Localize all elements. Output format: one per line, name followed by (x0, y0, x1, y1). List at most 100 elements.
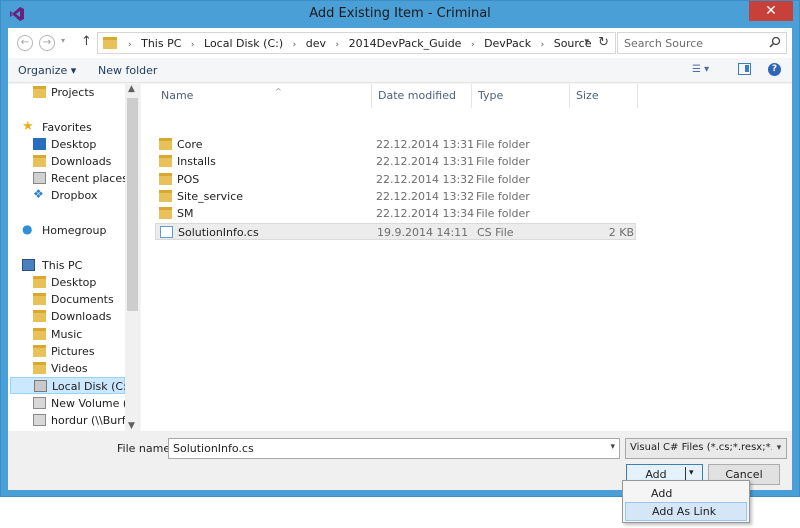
table-row[interactable]: POS 22.12.2014 13:32 File folder (155, 171, 636, 188)
nav-item-label: Desktop (51, 138, 97, 151)
back-icon[interactable]: ← (17, 35, 33, 51)
nav-item-local-disk-c[interactable]: Local Disk (C:) (10, 377, 131, 394)
nav-item-label: Local Disk (C:) (52, 380, 132, 393)
breadcrumb-item[interactable]: 2014DevPack_Guide (349, 37, 462, 50)
nav-item-desktop[interactable]: Desktop (8, 136, 125, 153)
folder-icon (159, 138, 172, 150)
desktop-icon (33, 276, 46, 288)
computer-icon (22, 259, 35, 271)
music-icon (33, 328, 46, 340)
file-type-select[interactable]: Visual C# Files (*.cs;*.resx;*.resw ▾ (625, 438, 787, 459)
file-type: File folder (476, 207, 530, 220)
nav-item-label: Desktop (51, 276, 97, 289)
nav-item-this-pc[interactable]: This PC (8, 257, 125, 274)
nav-item-videos[interactable]: Videos (8, 360, 125, 377)
scroll-up-icon[interactable]: ▲ (128, 84, 135, 94)
chevron-down-icon[interactable]: ▾ (610, 442, 615, 452)
recent-places-icon (33, 172, 46, 184)
search-icon[interactable] (769, 36, 781, 48)
table-row[interactable]: Site_service 22.12.2014 13:32 File folde… (155, 188, 636, 205)
nav-scrollbar[interactable]: ▲ ▼ (125, 84, 140, 431)
file-date: 22.12.2014 13:34 (376, 207, 475, 220)
nav-item-downloads[interactable]: Downloads (8, 153, 125, 170)
column-header-label: Date modified (378, 89, 456, 102)
search-box[interactable]: Search Source (617, 32, 787, 54)
nav-item-label: Pictures (51, 345, 95, 358)
chevron-down-icon[interactable]: ▾ (584, 37, 589, 47)
column-header-name[interactable]: Name ^ (155, 84, 372, 108)
menu-item-add[interactable]: Add (625, 484, 747, 503)
nav-item-homegroup[interactable]: ● Homegroup (8, 222, 125, 239)
column-header-type[interactable]: Type (472, 84, 570, 108)
change-view-icon[interactable]: ☰ ▾ (692, 64, 709, 75)
drive-icon (33, 397, 46, 409)
nav-item-network-drive[interactable]: hordur (\\Burfell. (8, 412, 140, 429)
up-arrow-icon[interactable]: ↑ (81, 34, 92, 49)
table-row[interactable]: Core 22.12.2014 13:31 File folder (155, 136, 636, 153)
file-name: SolutionInfo.cs (178, 226, 259, 239)
scroll-down-icon[interactable]: ▼ (128, 421, 135, 431)
desktop-icon (33, 138, 46, 150)
add-dropdown-menu: Add Add As Link (622, 480, 750, 523)
file-type: File folder (476, 190, 530, 203)
chevron-down-icon[interactable]: ▾ (689, 468, 694, 478)
preview-pane-icon[interactable] (738, 63, 751, 75)
file-name: Site_service (177, 190, 244, 203)
dialog-window: Add Existing Item - Criminal ✕ ← → ▾ ↑ ›… (0, 0, 800, 497)
nav-item-pictures[interactable]: Pictures (8, 343, 125, 360)
column-header-size[interactable]: Size (570, 84, 638, 108)
nav-item-documents[interactable]: Documents (8, 291, 125, 308)
file-name-field[interactable]: SolutionInfo.cs ▾ (168, 438, 620, 459)
breadcrumb-item[interactable]: DevPack (484, 37, 531, 50)
nav-item-dropbox[interactable]: ❖ Dropbox (8, 187, 125, 204)
folder-icon (33, 86, 46, 98)
nav-item-pc-downloads[interactable]: Downloads (8, 308, 125, 325)
table-row[interactable]: SolutionInfo.cs 19.9.2014 14:11 CS File … (155, 223, 636, 240)
downloads-icon (33, 310, 46, 322)
scrollbar-thumb[interactable] (127, 98, 138, 311)
file-name-label: File name: (117, 442, 174, 455)
nav-item-projects[interactable]: Projects (8, 84, 125, 101)
address-row: ← → ▾ ↑ › This PC › Local Disk (C:) › de… (8, 28, 792, 58)
address-bar[interactable]: › This PC › Local Disk (C:) › dev › 2014… (97, 32, 616, 54)
close-button[interactable]: ✕ (749, 1, 793, 21)
file-name: SM (177, 207, 194, 220)
breadcrumb-item[interactable]: Local Disk (C:) (204, 37, 283, 50)
chevron-right-icon: › (292, 40, 297, 50)
file-date: 22.12.2014 13:32 (376, 190, 475, 203)
nav-item-music[interactable]: Music (8, 326, 125, 343)
sort-ascending-icon: ^ (275, 87, 282, 96)
nav-item-label: Downloads (51, 155, 112, 168)
folder-icon (159, 173, 172, 185)
folder-icon (159, 155, 172, 167)
column-header-date[interactable]: Date modified (372, 84, 472, 108)
forward-icon[interactable]: → (39, 35, 55, 51)
window-title: Add Existing Item - Criminal (309, 6, 491, 21)
refresh-icon[interactable]: ↻ (598, 35, 609, 50)
file-type-value: Visual C# Files (*.cs;*.resx;*.resw (630, 442, 787, 453)
chevron-right-icon: › (470, 40, 475, 50)
title-bar: Add Existing Item - Criminal ✕ (1, 1, 799, 27)
breadcrumb: › This PC › Local Disk (C:) › dev › 2014… (122, 37, 592, 50)
table-row[interactable]: Installs 22.12.2014 13:31 File folder (155, 153, 636, 170)
nav-item-label: Dropbox (51, 189, 98, 202)
help-icon[interactable]: ? (768, 63, 781, 76)
new-folder-button[interactable]: New folder (98, 64, 157, 77)
recent-locations-icon[interactable]: ▾ (61, 36, 65, 45)
nav-item-favorites[interactable]: ★ Favorites (8, 119, 125, 136)
table-row[interactable]: SM 22.12.2014 13:34 File folder (155, 205, 636, 222)
network-drive-icon (33, 414, 46, 426)
breadcrumb-item[interactable]: dev (306, 37, 326, 50)
chevron-down-icon[interactable]: ▾ (772, 439, 786, 458)
folder-icon (103, 37, 117, 49)
nav-item-new-volume-d[interactable]: New Volume (D:) (8, 395, 140, 412)
chevron-right-icon: › (190, 40, 195, 50)
nav-item-label: Documents (51, 293, 114, 306)
nav-item-recent-places[interactable]: Recent places (8, 170, 128, 187)
organize-button[interactable]: Organize ▾ (18, 64, 76, 77)
file-name: Installs (177, 155, 216, 168)
menu-item-add-as-link[interactable]: Add As Link (625, 502, 747, 521)
breadcrumb-item[interactable]: This PC (141, 37, 181, 50)
file-type: File folder (476, 138, 530, 151)
nav-item-pc-desktop[interactable]: Desktop (8, 274, 125, 291)
